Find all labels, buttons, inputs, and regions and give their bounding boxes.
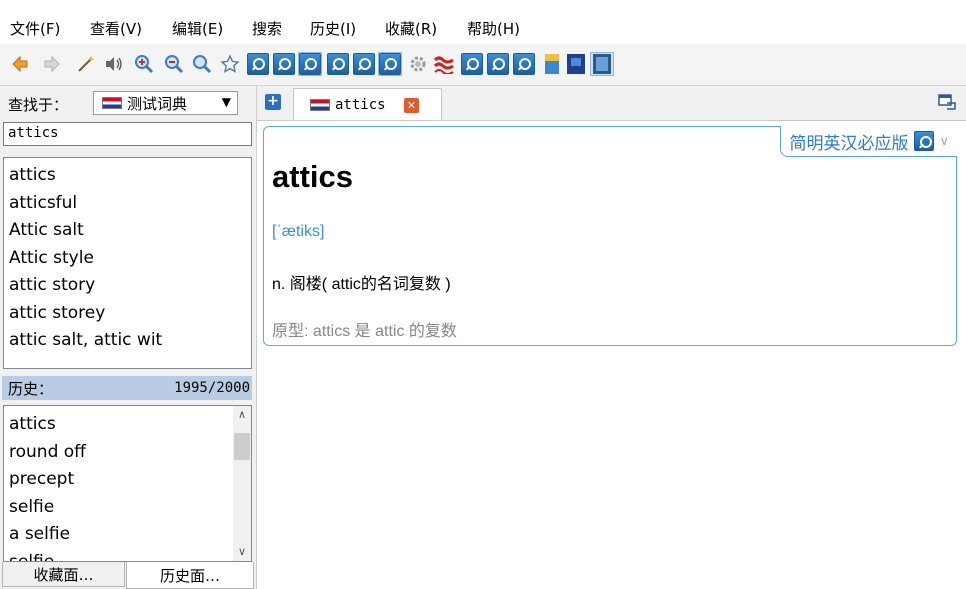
tab-history[interactable]: 历史面… (126, 562, 254, 589)
zoom-in-icon[interactable] (132, 52, 156, 76)
book-icon[interactable] (540, 52, 564, 76)
list-item[interactable]: precept (4, 466, 251, 494)
dictionary-icon[interactable] (378, 52, 402, 76)
speaker-icon[interactable] (102, 52, 126, 76)
scrollbar-thumb[interactable] (234, 433, 250, 460)
right-pane: + attics ✕ 简明英汉必应版 ∨ attics [ˈætiks] n. … (256, 86, 966, 589)
dictionary-name: 简明英汉必应版 (789, 133, 909, 154)
list-item[interactable]: attics (4, 162, 251, 190)
menubar: 文件(F) 查看(V) 编辑(E) 搜索 历史(I) 收藏(R) 帮助(H) (0, 0, 966, 44)
menu-edit[interactable]: 编辑(E) (172, 18, 223, 39)
dictionary-icon (914, 131, 935, 151)
list-item[interactable]: selfie (4, 494, 251, 522)
definition: n. 阁楼( attic的名词复数 ) (272, 276, 451, 293)
history-count: 1995/2000 (174, 380, 250, 396)
dictionary-select-value: 测试词典 (127, 94, 188, 113)
back-icon[interactable] (8, 52, 32, 76)
tab-label: attics (335, 96, 386, 113)
app-window: 文件(F) 查看(V) 编辑(E) 搜索 历史(I) 收藏(R) 帮助(H) 查… (0, 0, 966, 589)
dictionary-icon[interactable] (512, 52, 536, 76)
lookin-label: 查找于： (8, 96, 69, 114)
list-item[interactable]: attics (4, 411, 251, 439)
chevron-down-icon[interactable]: ∨ (939, 134, 949, 149)
flag-icon (102, 97, 122, 109)
dictionary-icon[interactable] (246, 52, 270, 76)
book-icon[interactable] (590, 52, 614, 76)
menu-file[interactable]: 文件(F) (10, 18, 60, 39)
wave-icon[interactable] (432, 52, 456, 76)
history-list[interactable]: attics round off precept selfie a selfie… (3, 405, 252, 562)
scroll-up-icon[interactable]: ∧ (233, 406, 251, 424)
toolbar (0, 44, 966, 86)
menu-history[interactable]: 历史(I) (310, 18, 356, 39)
article-card: 简明英汉必应版 ∨ attics [ˈætiks] n. 阁楼( attic的名… (263, 126, 957, 346)
gear-icon[interactable] (406, 52, 430, 76)
list-item[interactable]: Attic salt (4, 217, 251, 245)
chevron-down-icon: ▼ (221, 95, 231, 109)
window-icon[interactable] (938, 94, 956, 110)
dictionary-icon[interactable] (460, 52, 484, 76)
tab-favorites[interactable]: 收藏面… (2, 562, 125, 587)
dictionary-name-badge[interactable]: 简明英汉必应版 ∨ (780, 126, 957, 157)
book-icon[interactable] (564, 52, 588, 76)
dictionary-icon[interactable] (326, 52, 350, 76)
wand-icon[interactable] (74, 52, 98, 76)
flag-icon (310, 98, 330, 111)
menu-view[interactable]: 查看(V) (90, 18, 142, 39)
list-item[interactable]: attic salt, attic wit (4, 327, 251, 355)
dictionary-select[interactable]: 测试词典 ▼ (93, 91, 238, 115)
bottom-tabs: 收藏面… 历史面… (0, 562, 256, 589)
headword: attics (272, 159, 353, 194)
list-item[interactable]: attic story (4, 272, 251, 300)
list-item[interactable]: atticsful (4, 190, 251, 218)
history-scrollbar[interactable]: ∧ ∨ (233, 406, 251, 561)
search-input[interactable]: attics (3, 122, 252, 146)
star-icon[interactable] (218, 52, 242, 76)
list-item[interactable]: attic storey (4, 300, 251, 328)
zoom-out-icon[interactable] (162, 52, 186, 76)
close-icon[interactable]: ✕ (404, 98, 419, 113)
list-item[interactable]: round off (4, 439, 251, 467)
scroll-down-icon[interactable]: ∨ (233, 543, 251, 561)
dictionary-icon[interactable] (298, 52, 322, 76)
origin-note: 原型: attics 是 attic 的复数 (272, 323, 457, 340)
add-tab-button[interactable]: + (265, 94, 281, 110)
history-label: 历史： (8, 379, 54, 398)
menu-search[interactable]: 搜索 (252, 18, 282, 39)
article-view: 简明英汉必应版 ∨ attics [ˈætiks] n. 阁楼( attic的名… (257, 120, 966, 589)
word-list[interactable]: attics atticsful Attic salt Attic style … (3, 157, 252, 369)
zoom-reset-icon[interactable] (190, 52, 214, 76)
list-item[interactable]: selfie (4, 549, 251, 562)
forward-icon[interactable] (40, 52, 64, 76)
history-header: 历史： 1995/2000 (2, 376, 252, 400)
phonetic: [ˈætiks] (272, 223, 325, 240)
tab-attics[interactable]: attics ✕ (293, 88, 442, 120)
menu-help[interactable]: 帮助(H) (467, 18, 520, 39)
menu-favorites[interactable]: 收藏(R) (385, 18, 437, 39)
list-item[interactable]: a selfie (4, 521, 251, 549)
list-item[interactable]: Attic style (4, 245, 251, 273)
left-pane: 查找于： 测试词典 ▼ attics attics atticsful Atti… (0, 86, 256, 589)
dictionary-icon[interactable] (352, 52, 376, 76)
dictionary-icon[interactable] (486, 52, 510, 76)
dictionary-icon[interactable] (272, 52, 296, 76)
